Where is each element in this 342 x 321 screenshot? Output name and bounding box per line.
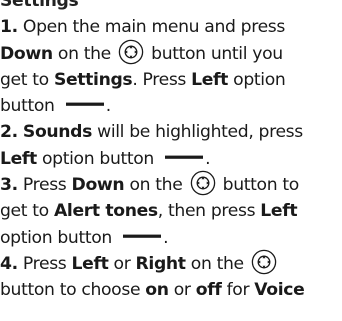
clipped-heading: Settings [0,0,79,11]
step-2-line-1: 2. Sounds will be highlighted, press [0,122,303,143]
option-button-icon [123,234,162,238]
step-1-number: 1. [0,17,18,38]
navigation-key-icon [251,249,277,275]
step-3-number: 3. [0,175,18,196]
step-3-line-1: 3. Press Down on the button to [0,170,342,198]
step-3-line-3: option button . [0,227,169,248]
step-1-line-4: button . [0,96,111,117]
instruction-document: Settings 1. Open the main menu and press… [0,0,342,304]
option-button-icon [165,155,204,159]
step-1-line-2: Down on the button until you [0,39,342,67]
navigation-key-icon [190,170,215,196]
step-1-line-1: 1. Open the main menu and press [0,17,286,38]
step-2-line-2: Left option button . [0,148,211,169]
step-1-line-3: get to Settings. Press Left option [0,69,286,90]
navigation-key-icon [118,39,144,64]
step-4-line-1: 4. Press Left or Right on the [0,249,342,277]
step-2-number: 2. [0,122,18,143]
step-4-number: 4. [0,253,18,274]
step-4-line-2: button to choose on or off for Voice [0,280,305,301]
step-3-line-2: get to Alert tones, then press Left [0,201,298,222]
option-button-icon [65,102,104,106]
